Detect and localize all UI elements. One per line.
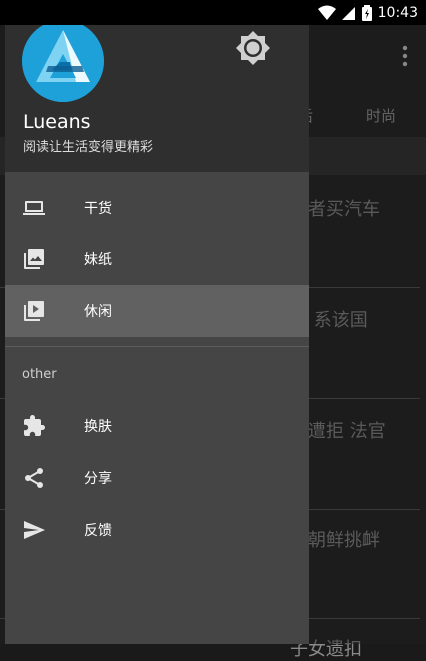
video-library-icon <box>24 301 44 321</box>
drawer-item-leisure[interactable]: 休闲 <box>5 285 309 337</box>
send-icon <box>24 521 45 539</box>
share-icon <box>25 468 43 488</box>
drawer-item-label: 休闲 <box>84 304 112 320</box>
laptop-icon <box>23 201 45 215</box>
drawer-item-label: 分享 <box>84 471 112 487</box>
drawer-item-label: 反馈 <box>84 523 112 539</box>
drawer-item-label: 干货 <box>84 201 112 217</box>
drawer-header: Lueans 阅读让生活变得更精彩 <box>5 25 309 172</box>
drawer-item-share[interactable]: 分享 <box>5 452 309 504</box>
battery-icon <box>361 4 372 21</box>
drawer-item-girls[interactable]: 妹纸 <box>5 233 309 285</box>
app-logo <box>22 25 104 102</box>
navigation-drawer: Lueans 阅读让生活变得更精彩 干货 妹纸 休闲 other 换肤 分享 反… <box>5 25 309 644</box>
puzzle-icon <box>24 415 45 436</box>
drawer-item-label: 妹纸 <box>84 252 112 268</box>
drawer-divider <box>5 346 309 347</box>
signal-icon <box>341 6 355 20</box>
wifi-icon <box>317 5 336 20</box>
photo-library-icon <box>24 249 44 269</box>
status-time: 10:43 <box>377 4 418 21</box>
status-bar: 10:43 <box>0 0 426 25</box>
app-tagline: 阅读让生活变得更精彩 <box>23 140 154 155</box>
drawer-item-goods[interactable]: 干货 <box>5 182 309 234</box>
brightness-icon[interactable] <box>235 30 271 66</box>
drawer-item-skin[interactable]: 换肤 <box>5 400 309 452</box>
drawer-item-feedback[interactable]: 反馈 <box>5 504 309 556</box>
drawer-item-label: 换肤 <box>84 419 112 435</box>
logo-icon <box>22 25 104 102</box>
drawer-section-label: other <box>22 367 57 382</box>
app-name: Lueans <box>23 111 91 133</box>
